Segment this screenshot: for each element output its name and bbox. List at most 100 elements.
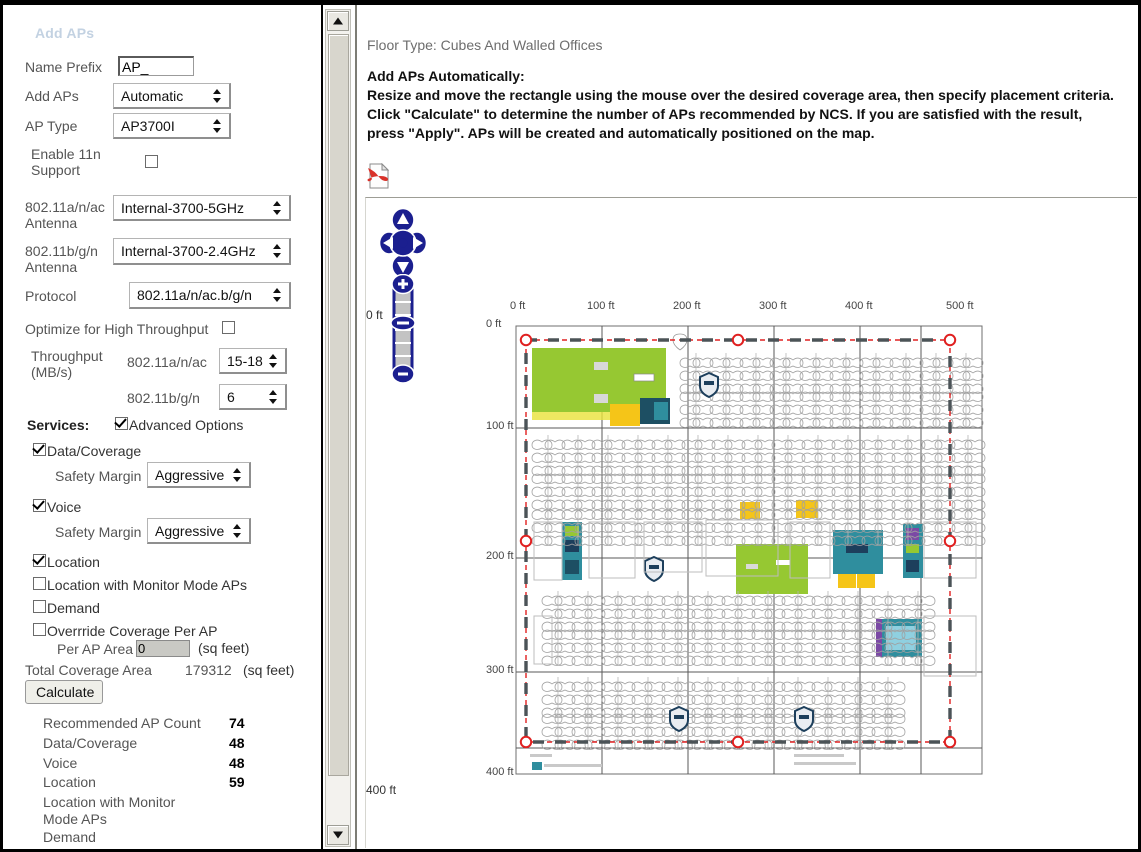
voice-label: Voice <box>47 499 82 515</box>
name-prefix-input[interactable] <box>118 56 194 76</box>
result-label-0: Recommended AP Count <box>43 715 201 731</box>
handle-mid-left <box>519 534 533 548</box>
svg-text:A: A <box>371 178 376 186</box>
y-tick-1: 100 ft <box>486 420 514 432</box>
instructions-block: Add APs Automatically: Resize and move t… <box>367 67 1138 143</box>
antenna-a-select-value: Internal-3700-5GHz <box>121 199 244 216</box>
vertical-scrollbar[interactable] <box>325 9 351 847</box>
floor-plan-canvas[interactable]: 0 ft 400 ft 0 ft 100 ft 200 ft 300 ft 40… <box>366 300 1004 797</box>
optimize-throughput-checkbox[interactable] <box>222 321 235 334</box>
chevron-updown-icon <box>272 244 281 258</box>
voice-checkbox[interactable] <box>33 499 46 512</box>
chevron-updown-icon <box>212 118 221 133</box>
outer-origin-y-label: 0 ft <box>366 308 383 322</box>
result-label-2: Voice <box>43 755 78 771</box>
ap-type-select[interactable]: AP3700I <box>113 113 231 139</box>
instructions-line-2: Click "Calculate" to determine the numbe… <box>367 106 1083 122</box>
handle-bottom-center <box>731 735 745 749</box>
zoom-slider[interactable] <box>386 273 420 384</box>
ap-type-label: AP Type <box>25 118 78 134</box>
result-label-1: Data/Coverage <box>43 735 138 751</box>
x-tick-4: 400 ft <box>845 300 873 312</box>
x-tick-0: 0 ft <box>510 300 526 312</box>
chevron-updown-icon <box>268 389 277 404</box>
chevron-updown-icon <box>232 523 241 538</box>
floor-plan-svg <box>515 325 986 775</box>
demand-checkbox[interactable] <box>33 600 46 613</box>
handle-top-right <box>943 333 957 347</box>
chevron-updown-icon <box>212 88 221 103</box>
y-tick-0: 0 ft <box>486 318 502 330</box>
add-aps-label: Add APs <box>25 88 79 104</box>
x-tick-1: 100 ft <box>587 300 615 312</box>
antenna-a-select[interactable]: Internal-3700-5GHz <box>113 195 291 221</box>
protocol-select-value: 802.11a/n/ac.b/g/n <box>137 287 252 303</box>
scroll-up-icon[interactable] <box>327 11 349 31</box>
per-ap-area-input[interactable] <box>136 640 190 657</box>
x-tick-2: 200 ft <box>673 300 701 312</box>
scroll-thumb[interactable] <box>328 34 349 776</box>
application-window: Add APs Name Prefix Add APs Automatic AP… <box>0 0 1141 852</box>
pan-control[interactable] <box>378 207 428 279</box>
antenna-b-label-line2: Antenna <box>25 259 78 275</box>
per-ap-area-label: Per AP Area <box>57 641 134 657</box>
name-prefix-label: Name Prefix <box>25 59 103 75</box>
antenna-b-select[interactable]: Internal-3700-2.4GHz <box>113 238 291 265</box>
highlight-region-yellow-1 <box>610 404 640 426</box>
throughput-b-select[interactable]: 6 <box>219 384 287 410</box>
location-monitor-checkbox[interactable] <box>33 577 46 590</box>
add-aps-select[interactable]: Automatic <box>113 83 231 109</box>
override-coverage-label: Overrride Coverage Per AP <box>47 623 218 639</box>
location-checkbox[interactable] <box>33 554 46 567</box>
antenna-a-label-line1: 802.11a/n/ac <box>25 199 105 215</box>
pdf-icon[interactable]: A <box>367 162 390 189</box>
result-value-2: 48 <box>229 755 245 771</box>
add-aps-select-value: Automatic <box>121 87 184 104</box>
throughput-b-label: 802.11b/g/n <box>127 390 200 406</box>
protocol-select[interactable]: 802.11a/n/ac.b/g/n <box>129 282 291 309</box>
throughput-label-line2: (MB/s) <box>31 364 73 380</box>
calculate-button[interactable]: Calculate <box>25 680 103 704</box>
result-label-3: Location <box>43 774 96 790</box>
enable-11n-checkbox[interactable] <box>145 155 158 168</box>
handle-top-left <box>519 333 533 347</box>
result-value-0: 74 <box>229 715 245 731</box>
handle-bottom-right <box>943 735 957 749</box>
services-heading: Services: <box>27 417 90 433</box>
add-aps-form-panel: Add APs Name Prefix Add APs Automatic AP… <box>3 5 323 849</box>
data-safety-margin-select[interactable]: Aggressive <box>147 462 251 488</box>
demand-label: Demand <box>47 600 100 616</box>
advanced-options-label: Advanced Options <box>129 417 244 433</box>
scroll-down-icon[interactable] <box>327 825 349 845</box>
advanced-options-checkbox[interactable] <box>115 417 128 430</box>
location-monitor-label: Location with Monitor Mode APs <box>47 577 247 593</box>
instructions-line-1: Resize and move the rectangle using the … <box>367 87 1114 103</box>
override-coverage-checkbox[interactable] <box>33 623 46 636</box>
antenna-b-select-value: Internal-3700-2.4GHz <box>121 243 256 259</box>
voice-safety-margin-label: Safety Margin <box>55 524 142 540</box>
voice-safety-margin-select[interactable]: Aggressive <box>147 518 251 544</box>
throughput-a-select-value: 15-18 <box>227 352 263 369</box>
data-coverage-label: Data/Coverage <box>47 443 142 459</box>
throughput-a-select[interactable]: 15-18 <box>219 348 287 374</box>
antenna-a-label-line2: Antenna <box>25 215 78 231</box>
outer-end-y-label: 400 ft <box>366 783 397 797</box>
antenna-b-label-line1: 802.11b/g/n <box>25 243 98 259</box>
data-coverage-checkbox[interactable] <box>33 443 46 456</box>
floor-type-label: Floor Type: Cubes And Walled Offices <box>367 37 603 53</box>
total-coverage-units: (sq feet) <box>243 662 295 678</box>
handle-bottom-left <box>519 735 533 749</box>
result-value-1: 48 <box>229 735 245 751</box>
chevron-updown-icon <box>268 353 277 368</box>
x-tick-5: 500 ft <box>946 300 974 312</box>
floor-map-frame: 0 ft 400 ft 0 ft 100 ft 200 ft 300 ft 40… <box>365 197 1137 848</box>
chevron-updown-icon <box>232 467 241 482</box>
enable-11n-label-line1: Enable 11n <box>31 146 101 162</box>
data-safety-margin-value: Aggressive <box>155 466 225 483</box>
handle-top-center <box>731 333 745 347</box>
result-label-5: Demand <box>43 829 96 845</box>
protocol-label: Protocol <box>25 288 77 304</box>
legend-swatch <box>532 762 542 770</box>
instructions-line-3: press "Apply". APs will be created and a… <box>367 125 875 141</box>
throughput-b-select-value: 6 <box>227 388 235 405</box>
